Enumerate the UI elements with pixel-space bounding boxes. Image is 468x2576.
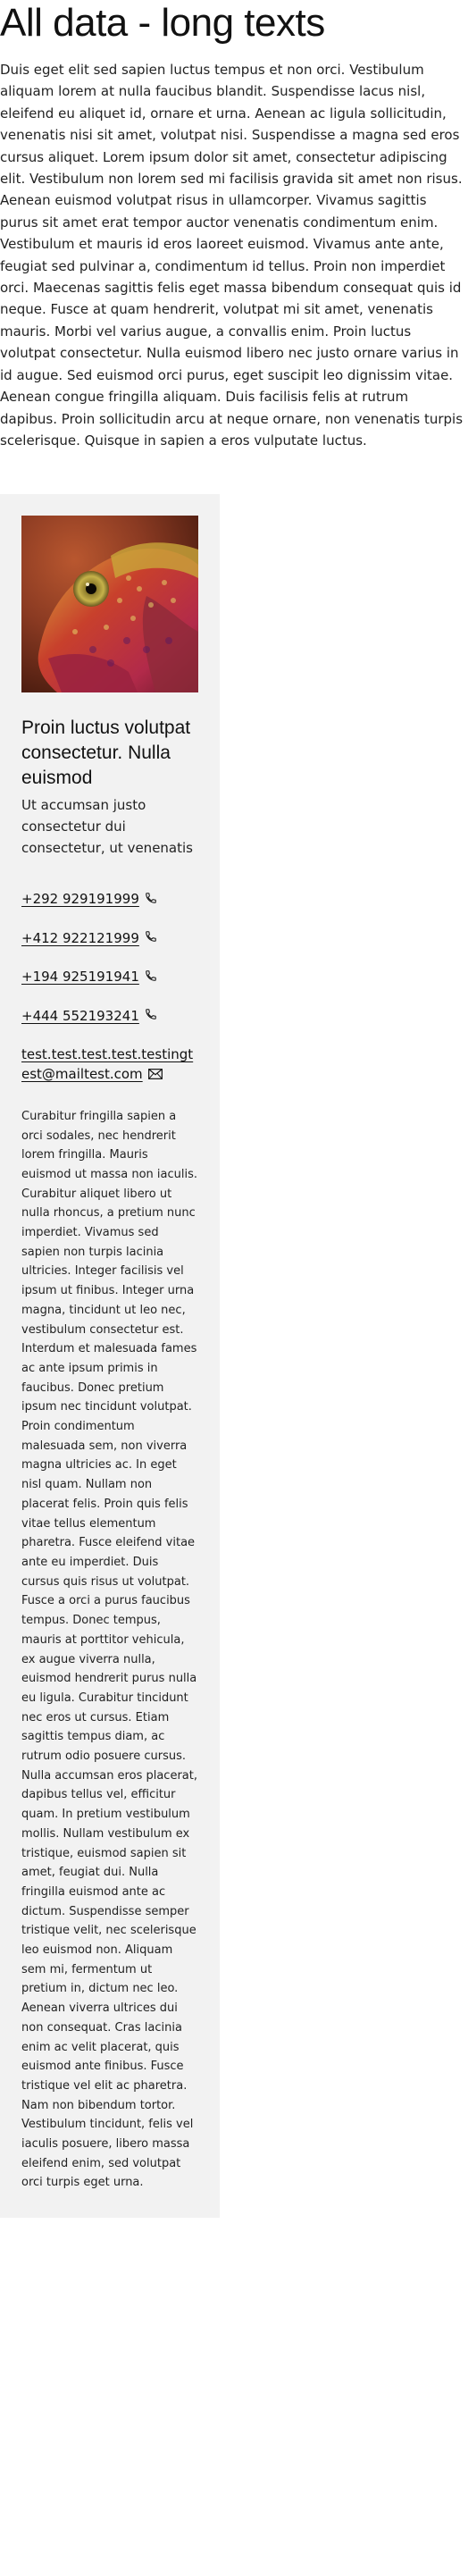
- person-name: Proin luctus volutpat consectetur. Nulla…: [21, 717, 191, 789]
- person-bio: Curabitur fringilla sapien a orci sodale…: [21, 1109, 198, 2190]
- phone-link-1[interactable]: +292 929191999: [21, 889, 198, 910]
- person-role: Ut accumsan justo consectetur dui consec…: [21, 797, 193, 857]
- page-title: All data - long texts: [0, 1, 325, 45]
- phone-link-2[interactable]: +412 922121999: [21, 928, 198, 949]
- phone-icon: [145, 1006, 157, 1026]
- phone-link-3[interactable]: +194 925191941: [21, 967, 198, 987]
- chameleon-photo: [21, 516, 198, 693]
- phone-icon: [145, 968, 157, 987]
- phone-number: +444 552193241: [21, 1007, 139, 1024]
- phone-number: +194 925191941: [21, 969, 139, 986]
- phone-icon: [145, 890, 157, 910]
- phone-number: +412 922121999: [21, 929, 139, 946]
- phone-icon: [145, 928, 157, 948]
- phone-link-4[interactable]: +444 552193241: [21, 1006, 198, 1027]
- page: All data - long texts Duis eget elit sed…: [0, 0, 468, 2219]
- intro-text: Duis eget elit sed sapien luctus tempus …: [0, 62, 464, 449]
- person-card: Proin luctus volutpat consectetur. Nulla…: [0, 494, 220, 2219]
- email-link[interactable]: test.test.test.test.testingtest@mailtest…: [21, 1045, 198, 1085]
- phone-number: +292 929191999: [21, 891, 139, 908]
- email-address: test.test.test.test.testingtest@mailtest…: [21, 1046, 194, 1083]
- envelope-icon: [147, 1065, 163, 1085]
